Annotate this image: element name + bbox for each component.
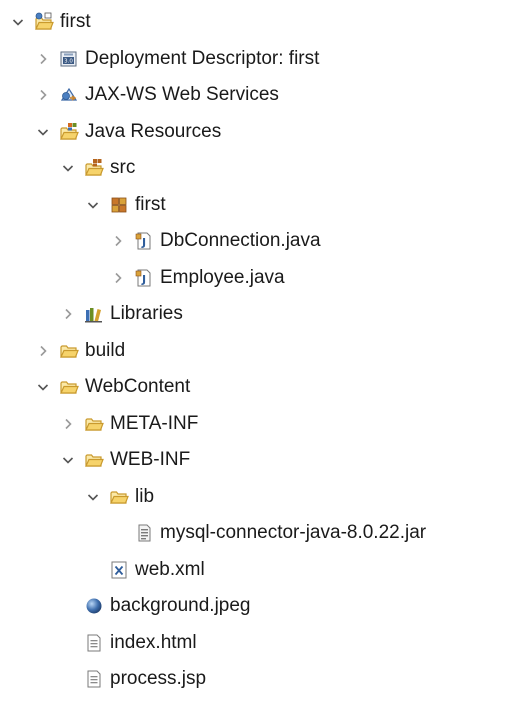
tree-item-label: first (135, 193, 166, 215)
chevron-right-icon[interactable] (35, 51, 51, 67)
tree-item-label: WEB-INF (110, 449, 191, 470)
chevron-right-icon[interactable] (35, 343, 51, 359)
tree-item-mysql-connector-java-8-0-22-jar[interactable]: mysql-connector-java-8.0.22.jar (110, 517, 426, 549)
tree-item-label: background.jpeg (110, 595, 251, 616)
chevron-right-icon[interactable] (60, 416, 76, 432)
tree-item-jax-ws-web-services[interactable]: JAX-WS Web Services (35, 79, 279, 111)
tree-item-index-html[interactable]: index.html (60, 627, 197, 659)
tree-item-build[interactable]: build (35, 335, 125, 367)
chevron-down-icon[interactable] (10, 14, 26, 30)
libraries-icon (84, 304, 104, 324)
tree-item-first[interactable]: first (85, 189, 166, 221)
chevron-down-icon[interactable] (60, 160, 76, 176)
tree-item-label: index.html (110, 631, 197, 653)
tree-item-dbconnection-java[interactable]: J DbConnection.java (110, 225, 321, 257)
tree-item-label: Java Resources (85, 120, 222, 142)
svg-text:J: J (141, 273, 146, 286)
tree-item-webcontent[interactable]: WebContent (35, 371, 190, 403)
svg-text:J: J (141, 236, 146, 249)
web-project-icon (34, 12, 54, 32)
chevron-right-icon[interactable] (60, 306, 76, 322)
chevron-right-icon[interactable] (110, 270, 126, 286)
tree-item-label: JAX-WS Web Services (85, 84, 279, 105)
folder-icon (84, 450, 104, 470)
folder-icon (109, 487, 129, 507)
tree-item-label: build (85, 339, 126, 361)
tree-item-label: lib (135, 485, 155, 507)
tree-item-web-xml[interactable]: web.xml (85, 554, 205, 586)
tree-item-label: web.xml (135, 558, 205, 580)
tree-item-src[interactable]: src (60, 152, 135, 184)
tree-item-label: process.jsp (110, 668, 207, 689)
tree-item-label: Libraries (110, 303, 183, 324)
tree-item-label: DbConnection.java (160, 230, 321, 251)
tree-item-label: Employee.java (160, 266, 285, 288)
folder-icon (59, 341, 79, 361)
tree-item-label: first (60, 11, 91, 32)
chevron-down-icon[interactable] (85, 197, 101, 213)
tree-item-lib[interactable]: lib (85, 481, 154, 513)
text-file-icon (84, 669, 104, 689)
chevron-down-icon[interactable] (35, 379, 51, 395)
web-services-icon (59, 85, 79, 105)
chevron-down-icon[interactable] (60, 452, 76, 468)
image-file-icon (84, 596, 104, 616)
package-icon (109, 195, 129, 215)
deployment-descriptor-icon: 3.0 (59, 49, 79, 69)
java-resources-icon (59, 122, 79, 142)
source-folder-icon (84, 158, 104, 178)
java-file-icon: J (134, 231, 154, 251)
folder-icon (84, 414, 104, 434)
tree-item-label: META-INF (110, 412, 199, 434)
tree-item-java-resources[interactable]: Java Resources (35, 116, 221, 148)
tree-item-meta-inf[interactable]: META-INF (60, 408, 198, 440)
chevron-right-icon[interactable] (35, 87, 51, 103)
chevron-down-icon[interactable] (35, 124, 51, 140)
text-file-icon (84, 633, 104, 653)
tree-item-label: mysql-connector-java-8.0.22.jar (160, 522, 427, 543)
chevron-right-icon[interactable] (110, 233, 126, 249)
tree-item-label: WebContent (85, 376, 191, 397)
tree-item-libraries[interactable]: Libraries (60, 298, 183, 330)
java-file-icon: J (134, 268, 154, 288)
tree-item-first[interactable]: first (10, 6, 91, 38)
chevron-down-icon[interactable] (85, 489, 101, 505)
project-explorer-tree: first 3.0 Deployment Descriptor: first JAX-… (0, 0, 511, 702)
tree-item-process-jsp[interactable]: process.jsp (60, 663, 206, 695)
tree-item-label: src (110, 157, 136, 178)
folder-icon (59, 377, 79, 397)
tree-item-web-inf[interactable]: WEB-INF (60, 444, 190, 476)
xml-file-icon (109, 560, 129, 580)
jar-file-icon (134, 523, 154, 543)
tree-item-label: Deployment Descriptor: first (85, 47, 320, 69)
tree-item-employee-java[interactable]: J Employee.java (110, 262, 285, 294)
tree-item-background-jpeg[interactable]: background.jpeg (60, 590, 251, 622)
svg-text:3.0: 3.0 (64, 58, 73, 64)
tree-item-deployment-descriptor-first[interactable]: 3.0 Deployment Descriptor: first (35, 43, 319, 75)
